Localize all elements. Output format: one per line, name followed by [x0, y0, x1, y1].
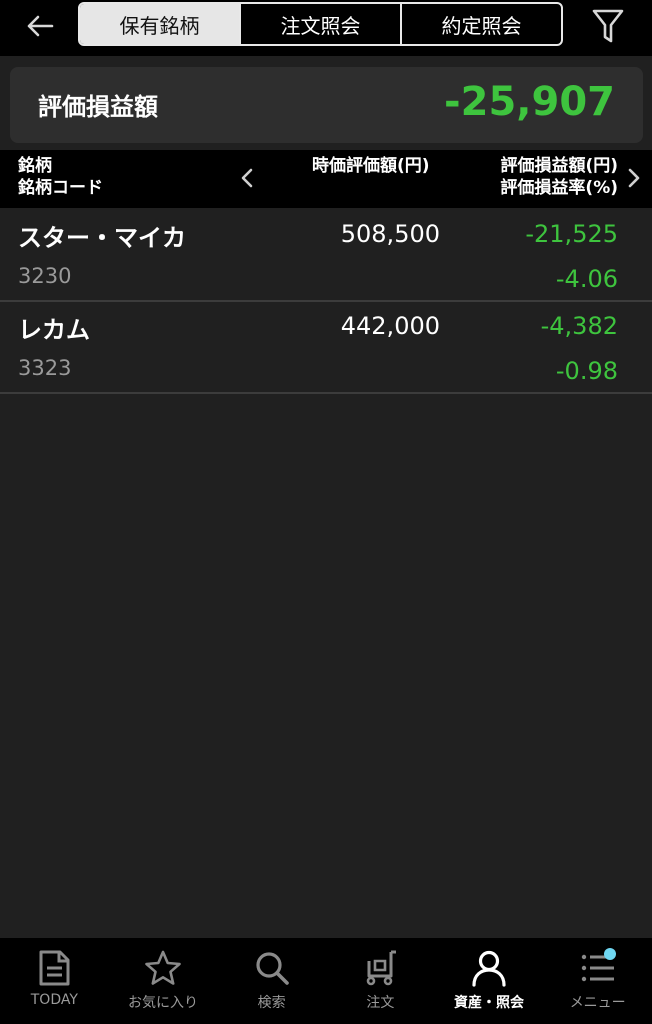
nav-favorites[interactable]: お気に入り	[109, 938, 218, 1024]
scroll-columns-left-button[interactable]	[237, 164, 257, 192]
tab-order-inquiry[interactable]: 注文照会	[239, 4, 400, 44]
nav-label: 資産・照会	[454, 995, 525, 1011]
holding-row[interactable]: スター・マイカ 3230 508,500 -21,525 -4.06	[0, 210, 652, 302]
column-pl-line2: 評価損益率(%)	[500, 178, 618, 198]
holding-name: レカム	[18, 316, 90, 344]
filter-button[interactable]	[588, 6, 628, 46]
column-market-value: 時価評価額(円)	[312, 156, 430, 176]
holding-market-value: 442,000	[340, 312, 440, 340]
tab-holdings[interactable]: 保有銘柄	[80, 4, 239, 44]
column-pl-line1: 評価損益額(円)	[500, 156, 618, 176]
nav-label: メニュー	[569, 995, 626, 1011]
tab-execution-inquiry[interactable]: 約定照会	[400, 4, 561, 44]
filter-icon	[592, 9, 624, 43]
holding-pl-rate: -4.06	[555, 265, 618, 293]
tab-group: 保有銘柄 注文照会 約定照会	[78, 2, 563, 46]
chevron-left-icon	[241, 168, 253, 188]
nav-label: 注文	[366, 995, 395, 1011]
cart-icon	[360, 948, 400, 988]
holding-code: 3230	[18, 264, 72, 288]
nav-label: お気に入り	[128, 995, 198, 1011]
holding-pl-amount: -21,525	[525, 220, 618, 248]
bottom-navigation: TODAY お気に入り 検索 注文 資産・照会 メニュー	[0, 938, 652, 1024]
nav-assets[interactable]: 資産・照会	[435, 938, 544, 1024]
scroll-columns-right-button[interactable]	[624, 164, 644, 192]
holding-market-value: 508,500	[340, 220, 440, 248]
column-name-line2: 銘柄コード	[18, 178, 103, 198]
column-header: 銘柄 銘柄コード 時価評価額(円) 評価損益額(円) 評価損益率(%)	[0, 150, 652, 208]
holding-name: スター・マイカ	[18, 224, 186, 252]
holding-row[interactable]: レカム 3323 442,000 -4,382 -0.98	[0, 302, 652, 394]
nav-order[interactable]: 注文	[326, 938, 435, 1024]
holding-code: 3323	[18, 356, 72, 380]
nav-label: 検索	[257, 995, 286, 1011]
summary-label: 評価損益額	[38, 93, 158, 121]
holding-pl-amount: -4,382	[540, 312, 618, 340]
today-icon	[34, 948, 74, 988]
nav-menu[interactable]: メニュー	[543, 938, 652, 1024]
search-icon	[252, 948, 292, 988]
nav-label: TODAY	[30, 992, 78, 1008]
holding-pl-rate: -0.98	[555, 357, 618, 385]
back-arrow-icon	[27, 15, 54, 37]
star-icon	[143, 948, 183, 988]
chevron-right-icon	[628, 168, 640, 188]
top-bar: 保有銘柄 注文照会 約定照会	[0, 0, 652, 56]
column-name: 銘柄 銘柄コード	[18, 155, 103, 199]
nav-search[interactable]: 検索	[217, 938, 326, 1024]
person-icon	[469, 948, 509, 988]
column-name-line1: 銘柄	[18, 156, 52, 176]
nav-today[interactable]: TODAY	[0, 938, 109, 1024]
unrealized-pl-summary: 評価損益額 -25,907	[10, 67, 643, 143]
back-button[interactable]	[20, 8, 60, 44]
column-pl: 評価損益額(円) 評価損益率(%)	[500, 155, 618, 199]
summary-value: -25,907	[444, 79, 615, 125]
